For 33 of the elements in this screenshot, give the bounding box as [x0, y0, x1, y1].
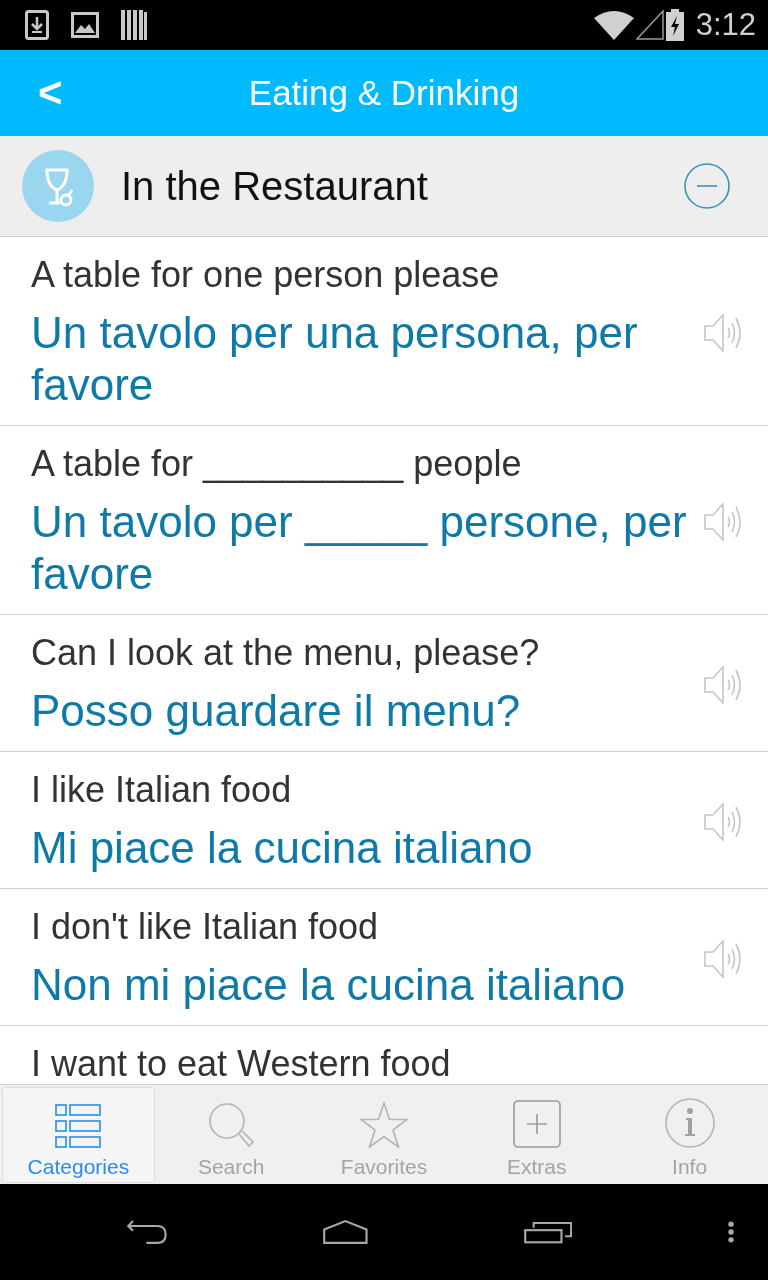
phrase-row[interactable]: A table for one person please Un tavolo per una persona, per favore — [0, 237, 768, 426]
signal-icon — [635, 10, 664, 40]
glass-icon — [22, 150, 94, 222]
clock-time: 3:12 — [695, 7, 756, 43]
screen-title: Eating & Drinking — [248, 73, 520, 113]
english-phrase: Can I look at the menu, please? — [31, 633, 541, 673]
english-phrase: I don't like Italian food — [31, 907, 380, 947]
english-phrase: I like Italian food — [31, 770, 293, 810]
italian-phrase: Un tavolo per una persona, per favore — [31, 307, 639, 411]
search-icon — [208, 1102, 255, 1148]
star-icon — [360, 1102, 408, 1148]
battery-icon — [665, 9, 684, 41]
phrase-row[interactable]: I don't like Italian food Non mi piace la cucina italiano — [0, 889, 768, 1026]
list-icon — [55, 1104, 102, 1148]
download-icon — [25, 10, 49, 40]
english-phrase: A table for one person please — [31, 255, 501, 295]
english-phrase: A table for __________ people — [31, 444, 523, 484]
collapse-icon[interactable] — [684, 163, 730, 209]
info-icon — [664, 1098, 715, 1148]
plus-icon — [512, 1100, 561, 1148]
english-phrase: I want to eat Western food — [31, 1044, 452, 1084]
italian-phrase: Posso guardare il menu? — [31, 685, 522, 737]
italian-phrase: Mi piace la cucina italiano — [31, 822, 534, 874]
phrase-row[interactable]: I like Italian food Mi piace la cucina italiano — [0, 752, 768, 889]
italian-phrase: Non mi piace la cucina italiano — [31, 959, 627, 1011]
phrase-row[interactable]: Can I look at the menu, please? Posso guardare il menu? — [0, 615, 768, 752]
picture-icon — [71, 12, 99, 38]
category-header[interactable]: In the Restaurant — [0, 136, 768, 237]
category-title: In the Restaurant — [121, 163, 429, 209]
stripes-icon — [121, 10, 147, 40]
phrase-row[interactable]: A table for __________ people Un tavolo per _____ persone, per favore — [0, 426, 768, 615]
wifi-icon — [593, 10, 634, 40]
italian-phrase: Un tavolo per _____ persone, per favore — [31, 496, 688, 600]
